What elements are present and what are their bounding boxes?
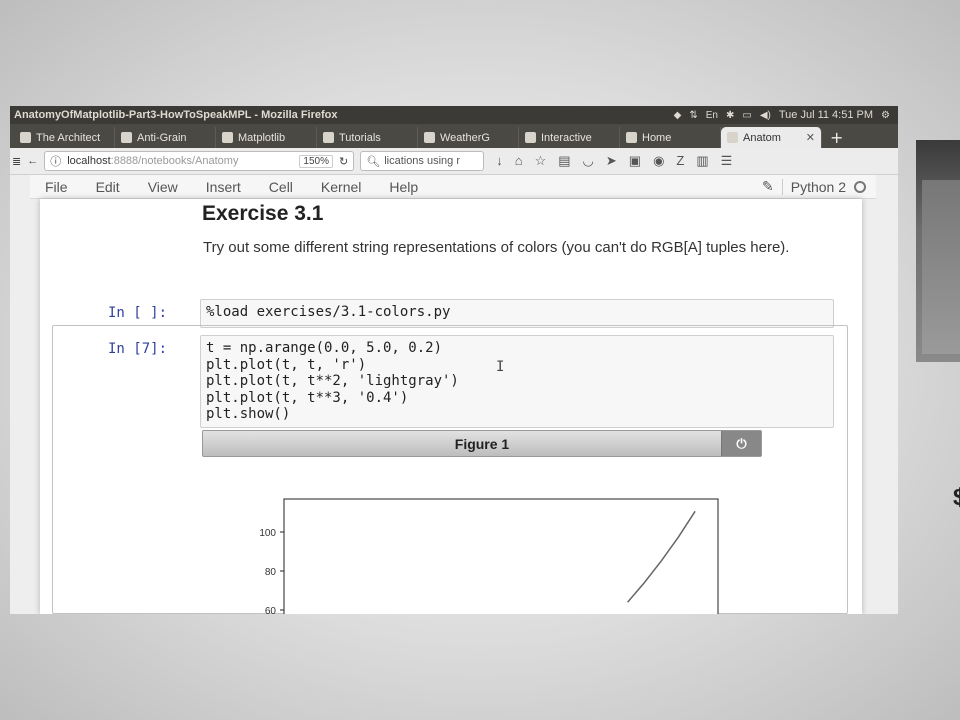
extension-icon[interactable]: ◉ xyxy=(653,153,664,169)
jupyter-icon xyxy=(525,132,536,143)
new-tab-button[interactable]: + xyxy=(822,127,851,148)
notebook-page: Exercise 3.1 Try out some different stri… xyxy=(40,199,862,614)
library-icon[interactable]: ▤ xyxy=(558,153,570,169)
y-tick-label: 80 xyxy=(265,567,277,578)
tab-interactive[interactable]: Interactive xyxy=(519,127,620,148)
cell1-code: %load exercises/3.1-colors.py xyxy=(206,304,451,320)
settings-gear-icon[interactable]: ⚙ xyxy=(881,110,890,121)
text-cursor: I xyxy=(496,359,505,375)
tab-anatomy[interactable]: Anatom ✕ xyxy=(721,127,822,148)
loading-icon xyxy=(727,132,738,143)
bookmark-star-icon[interactable]: ☆ xyxy=(535,153,547,169)
figure-close-button[interactable]: ⏻ xyxy=(721,431,761,456)
zotero-icon[interactable]: Z xyxy=(676,153,684,169)
search-text: lications using r xyxy=(384,155,461,167)
page-icon xyxy=(323,132,334,143)
addon-icon[interactable]: ▥ xyxy=(696,153,708,169)
tab-weatherg[interactable]: WeatherG xyxy=(418,127,519,148)
info-icon[interactable]: ⓘ xyxy=(50,153,61,169)
download-icon[interactable]: ↓ xyxy=(496,153,503,169)
menu-kernel[interactable]: Kernel xyxy=(306,179,374,195)
adjacent-window-content xyxy=(922,180,960,354)
figure-header: Figure 1 ⏻ xyxy=(202,430,762,457)
tab-home[interactable]: Home xyxy=(620,127,721,148)
menu-cell[interactable]: Cell xyxy=(254,179,306,195)
clock[interactable]: Tue Jul 11 4:51 PM xyxy=(779,109,873,121)
window-title: AnatomyOfMatplotlib-Part3-HowToSpeakMPL … xyxy=(14,109,338,121)
url-path: :8888/notebooks/Anatomy xyxy=(110,155,239,167)
home-icon[interactable]: ⌂ xyxy=(515,153,523,169)
sidebar-toggle-icon[interactable]: ≣ xyxy=(12,155,21,168)
exercise-description: Try out some different string representa… xyxy=(203,239,790,256)
code-line: plt.plot(t, t, 'r') xyxy=(206,356,367,373)
cell2-prompt: In [7]: xyxy=(108,341,168,357)
bluetooth-icon[interactable]: ✱ xyxy=(726,110,734,121)
tab-bar: The Architect Anti-Grain Matplotlib Tuto… xyxy=(10,124,898,148)
matplotlib-icon xyxy=(222,132,233,143)
edit-pencil-icon[interactable]: ✎ xyxy=(762,178,774,195)
menu-edit[interactable]: Edit xyxy=(81,179,133,195)
reload-icon[interactable]: ↻ xyxy=(339,155,348,168)
screenshot-icon[interactable]: ▣ xyxy=(629,153,641,169)
zoom-level[interactable]: 150% xyxy=(299,154,333,168)
figure-plot: 60 80 100 xyxy=(259,498,719,614)
plot-axes xyxy=(283,498,719,614)
tab-tutorials[interactable]: Tutorials xyxy=(317,127,418,148)
page-icon xyxy=(121,132,132,143)
cell2-input[interactable]: t = np.arange(0.0, 5.0, 0.2) plt.plot(t,… xyxy=(200,335,834,428)
code-line: t = np.arange(0.0, 5.0, 0.2) xyxy=(206,340,443,356)
kernel-name: Python 2 xyxy=(790,178,846,195)
url-bar[interactable]: ⓘ localhost:8888/notebooks/Anatomy 150% … xyxy=(44,151,355,171)
window-titlebar: AnatomyOfMatplotlib-Part3-HowToSpeakMPL … xyxy=(10,106,898,124)
tab-the-architect[interactable]: The Architect xyxy=(14,127,115,148)
send-icon[interactable]: ➤ xyxy=(606,153,617,169)
navigation-bar: ≣ ← ⓘ localhost:8888/notebooks/Anatomy 1… xyxy=(10,148,898,175)
dropbox-icon[interactable]: ◆ xyxy=(674,110,682,121)
url-host: localhost xyxy=(67,155,111,167)
system-tray: ◆ ⇅ En ✱ ▭ ◀) Tue Jul 11 4:51 PM ⚙ xyxy=(674,109,898,121)
battery-icon[interactable]: ▭ xyxy=(742,110,751,121)
page-icon xyxy=(20,132,31,143)
kernel-indicator: ✎ Python 2 xyxy=(762,178,876,195)
search-input[interactable]: 🔍︎ lications using r xyxy=(360,151,485,171)
search-icon: 🔍︎ xyxy=(366,155,381,168)
menu-file[interactable]: File xyxy=(30,179,81,195)
tab-matplotlib[interactable]: Matplotlib xyxy=(216,127,317,148)
y-tick-label: 100 xyxy=(259,528,276,539)
exercise-heading: Exercise 3.1 xyxy=(202,202,324,225)
code-line: plt.plot(t, t**2, 'lightgray') xyxy=(206,373,459,389)
keyboard-icon[interactable]: En xyxy=(706,110,718,121)
hamburger-menu-icon[interactable]: ☰ xyxy=(721,153,733,169)
cell1-input[interactable]: %load exercises/3.1-colors.py xyxy=(200,299,834,328)
pocket-icon[interactable]: ◡ xyxy=(583,153,594,169)
code-line: plt.plot(t, t**3, '0.4') xyxy=(206,389,409,406)
menu-insert[interactable]: Insert xyxy=(191,179,254,195)
y-tick-label: 60 xyxy=(265,606,277,614)
power-icon: ⏻ xyxy=(736,435,747,451)
kernel-status-icon xyxy=(854,180,866,193)
toolbar-icons: ↓ ⌂ ☆ ▤ ◡ ➤ ▣ ◉ Z ▥ ☰ xyxy=(496,153,732,169)
page-icon xyxy=(424,132,435,143)
screen: AnatomyOfMatplotlib-Part3-HowToSpeakMPL … xyxy=(10,106,898,614)
jupyter-menubar: File Edit View Insert Cell Kernel Help ✎… xyxy=(30,175,876,199)
tab-anti-grain[interactable]: Anti-Grain xyxy=(115,127,216,148)
menu-view[interactable]: View xyxy=(133,179,191,195)
cell1-prompt: In [ ]: xyxy=(108,305,168,321)
menu-help[interactable]: Help xyxy=(374,179,431,195)
code-line: plt.show() xyxy=(206,406,291,422)
close-tab-icon[interactable]: ✕ xyxy=(806,131,815,144)
volume-icon[interactable]: ◀) xyxy=(760,110,771,121)
background-glyph: $ xyxy=(953,484,960,511)
adjacent-window xyxy=(916,140,960,362)
y-axis-ticks: 60 80 100 xyxy=(259,528,284,614)
figure-title: Figure 1 xyxy=(454,435,510,452)
network-icon[interactable]: ⇅ xyxy=(689,110,697,121)
jupyter-icon xyxy=(626,132,637,143)
separator xyxy=(781,178,783,195)
back-arrow-icon[interactable]: ← xyxy=(27,155,38,167)
